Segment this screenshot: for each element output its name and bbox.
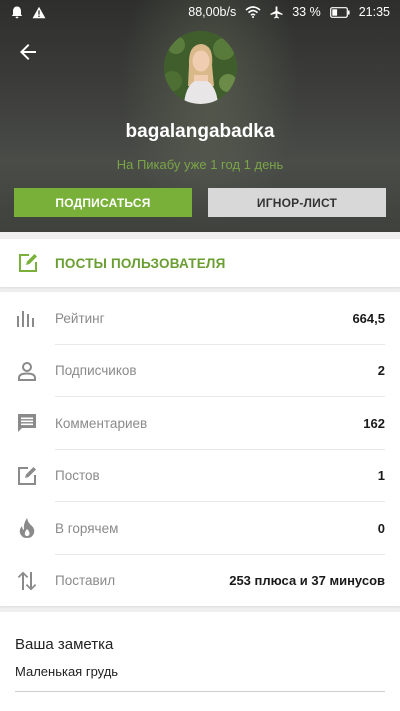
stat-row-votes: Поставил 253 плюса и 37 минусов (0, 555, 400, 608)
stat-value: 0 (377, 520, 385, 536)
user-posts-label: ПОСТЫ ПОЛЬЗОВАТЕЛЯ (55, 255, 226, 271)
ignore-list-button[interactable]: ИГНОР-ЛИСТ (208, 188, 386, 217)
stat-row-hot[interactable]: В горячем 0 (0, 502, 400, 555)
status-bar: 88,00b/s 33 % 21:35 (0, 0, 400, 24)
stat-label: Комментариев (55, 415, 148, 431)
edit-icon (19, 254, 37, 272)
person-icon (18, 361, 36, 381)
battery-icon (329, 6, 350, 18)
warning-icon (32, 6, 46, 19)
note-underline (15, 691, 385, 692)
network-speed: 88,00b/s (188, 5, 237, 19)
chart-bars-icon (17, 311, 34, 328)
stat-row-subscribers[interactable]: Подписчиков 2 (0, 345, 400, 397)
clock: 21:35 (358, 5, 390, 19)
stat-label: Постов (55, 468, 100, 484)
stat-label: Рейтинг (55, 310, 105, 326)
arrow-left-icon (20, 44, 36, 60)
avatar-photo (164, 31, 237, 104)
comment-icon (18, 414, 36, 433)
username: bagalangabadka (125, 121, 275, 142)
member-since-text: На Пикабу уже 1 год 1 день (116, 157, 284, 172)
note-text[interactable]: Маленькая грудь (15, 664, 118, 679)
note-section[interactable]: Ваша заметка Маленькая грудь (0, 612, 400, 711)
stat-value: 664,5 (352, 310, 385, 326)
user-posts-link[interactable]: ПОСТЫ ПОЛЬЗОВАТЕЛЯ (0, 239, 400, 287)
avatar[interactable] (164, 31, 237, 104)
stat-row-posts[interactable]: Постов 1 (0, 450, 400, 502)
stat-label: Поставил (55, 573, 116, 589)
airplane-mode-icon (270, 6, 283, 19)
note-title: Ваша заметка (15, 636, 114, 653)
back-button[interactable] (16, 40, 40, 64)
stat-label: Подписчиков (55, 363, 137, 379)
alarm-notification-icon (10, 5, 24, 19)
battery-percent: 33 % (292, 5, 321, 19)
stat-label: В горячем (55, 520, 119, 536)
stat-value: 253 плюса и 37 минусов (229, 573, 385, 589)
stat-value: 1 (377, 468, 385, 484)
profile-header: bagalangabadka На Пикабу уже 1 год 1 ден… (0, 0, 400, 232)
stats-list: Рейтинг 664,5 Подписчиков 2 Комментариев… (0, 292, 400, 606)
swap-vertical-icon (17, 571, 37, 591)
fire-icon (19, 518, 35, 539)
stat-value: 2 (377, 363, 385, 379)
subscribe-button[interactable]: ПОДПИСАТЬСЯ (14, 188, 192, 217)
stat-row-rating: Рейтинг 664,5 (0, 292, 400, 345)
stat-row-comments[interactable]: Комментариев 162 (0, 397, 400, 450)
edit-icon (18, 466, 36, 485)
stat-value: 162 (363, 415, 385, 431)
wifi-icon (245, 6, 261, 18)
